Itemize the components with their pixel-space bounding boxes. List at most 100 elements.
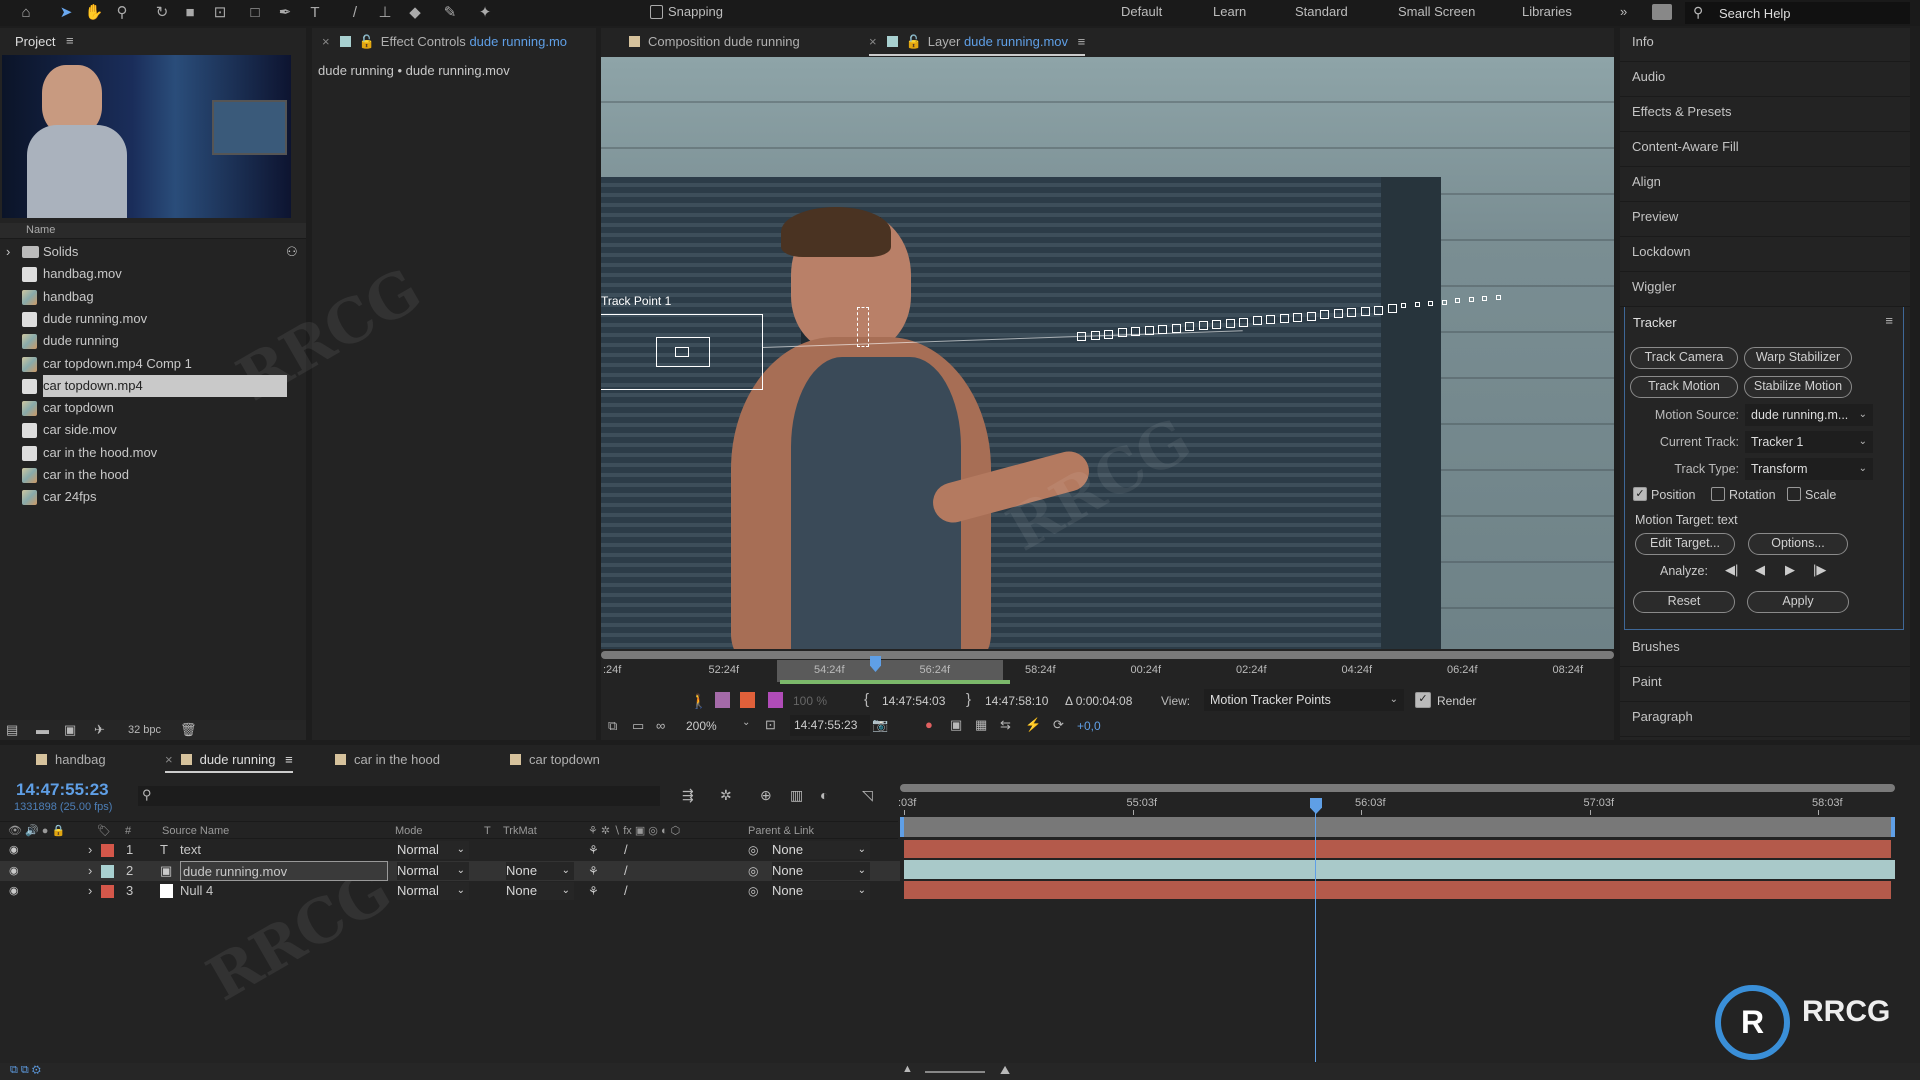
- viewer-timecode[interactable]: 14:47:55:23: [790, 715, 870, 736]
- project-item[interactable]: car topdown.mp4: [0, 374, 306, 397]
- out-point-bracket-icon[interactable]: }: [966, 691, 971, 708]
- more-workspaces-icon[interactable]: »: [1620, 4, 1627, 19]
- column-name[interactable]: Name: [26, 224, 55, 236]
- pen-tool-icon[interactable]: ✒: [275, 3, 295, 23]
- hand-tool-icon[interactable]: ✋: [84, 3, 104, 23]
- chevron-down-icon[interactable]: ⌄: [742, 717, 750, 728]
- in-point-time[interactable]: 14:47:54:03: [882, 694, 945, 708]
- bit-depth-button[interactable]: 32 bpc: [128, 724, 161, 736]
- project-item[interactable]: car in the hood: [0, 464, 306, 486]
- layer-bar-text[interactable]: [904, 840, 1891, 858]
- roto-brush-icon[interactable]: ✎: [440, 3, 460, 23]
- 3d-view-icon[interactable]: ⇆: [1000, 717, 1011, 733]
- panel-content-aware-fill[interactable]: Content-Aware Fill: [1632, 139, 1739, 154]
- reset-exposure-icon[interactable]: ⟳: [1053, 717, 1064, 733]
- lock-icon[interactable]: 🔓: [906, 34, 922, 49]
- mask-visibility-icon[interactable]: ∞: [656, 718, 665, 733]
- graph-editor-icon[interactable]: ◹: [862, 787, 873, 804]
- type-tool-icon[interactable]: T: [305, 3, 325, 23]
- brush-tool-icon[interactable]: /: [345, 3, 365, 23]
- always-preview-icon[interactable]: ⧉: [608, 718, 617, 734]
- track-keyframe[interactable]: [1279, 314, 1289, 323]
- render-icon[interactable]: ✈: [94, 722, 105, 738]
- parent-dropdown[interactable]: None ⌄: [772, 882, 870, 900]
- motion-source-dropdown[interactable]: dude running.m... ⌄: [1745, 404, 1873, 426]
- project-item[interactable]: dude running.mov: [0, 308, 306, 330]
- track-keyframe[interactable]: [1360, 306, 1370, 316]
- rotate-tool-icon[interactable]: ↻: [152, 3, 172, 23]
- clone-stamp-icon[interactable]: ⊥: [375, 3, 395, 23]
- chevron-right-icon[interactable]: ›: [88, 840, 92, 860]
- mode-dropdown[interactable]: Normal ⌄: [397, 841, 469, 859]
- monitor-icon[interactable]: ▭: [632, 718, 644, 734]
- layer-row[interactable]: ◉ › 1 T text Normal ⌄ ⚘ / ◎ None ⌄: [0, 840, 900, 860]
- panel-audio[interactable]: Audio: [1632, 69, 1665, 84]
- track-keyframe[interactable]: [1117, 328, 1127, 338]
- track-keyframe[interactable]: [1468, 297, 1474, 303]
- position-checkbox[interactable]: ✓: [1633, 487, 1647, 501]
- workspace-learn[interactable]: Learn: [1213, 4, 1246, 19]
- tab-effect-controls[interactable]: × 🔓 Effect Controls dude running.mo: [322, 34, 567, 50]
- track-keyframe[interactable]: [1171, 323, 1181, 333]
- video-frame[interactable]: Track Point 1: [601, 57, 1614, 649]
- pick-whip-icon[interactable]: ◎: [748, 861, 758, 881]
- panel-align[interactable]: Align: [1632, 174, 1661, 189]
- panel-wiggler[interactable]: Wiggler: [1632, 279, 1676, 294]
- track-keyframe[interactable]: [1266, 315, 1275, 325]
- layer-name[interactable]: Null 4: [180, 881, 213, 901]
- track-keyframe[interactable]: [1414, 302, 1420, 307]
- fast-previews-icon[interactable]: ⚡: [1025, 717, 1041, 733]
- track-keyframe[interactable]: [1239, 317, 1248, 327]
- puppet-pin-icon[interactable]: ✦: [475, 3, 495, 23]
- track-keyframe[interactable]: [1252, 316, 1262, 326]
- track-keyframe[interactable]: [1198, 321, 1208, 331]
- mode-dropdown[interactable]: Normal ⌄: [397, 882, 469, 900]
- track-motion-button[interactable]: Track Motion: [1630, 376, 1738, 398]
- panel-menu-icon[interactable]: ≡: [66, 33, 74, 48]
- workspace-small-screen[interactable]: Small Screen: [1398, 4, 1475, 19]
- track-figure-icon[interactable]: 🚶: [690, 693, 707, 710]
- panel-info[interactable]: Info: [1632, 34, 1654, 49]
- header-source-name[interactable]: Source Name: [162, 825, 229, 837]
- scale-checkbox[interactable]: [1787, 487, 1801, 501]
- track-keyframe[interactable]: [1428, 300, 1433, 306]
- trkmat-dropdown[interactable]: None ⌄: [506, 861, 574, 880]
- render-checkbox[interactable]: ✓: [1415, 692, 1431, 708]
- rectangle-tool-icon[interactable]: □: [245, 3, 265, 23]
- project-item[interactable]: handbag.mov: [0, 263, 306, 285]
- pick-whip-icon[interactable]: ◎: [748, 840, 758, 860]
- zoom-slider[interactable]: [925, 1071, 985, 1073]
- pick-whip-icon[interactable]: ◎: [748, 881, 758, 901]
- interpret-footage-icon[interactable]: ▤: [6, 722, 18, 738]
- track-keyframe[interactable]: [1212, 320, 1221, 329]
- track-keyframe[interactable]: [1306, 311, 1316, 321]
- panel-brushes[interactable]: Brushes: [1632, 639, 1680, 654]
- track-orange-icon[interactable]: [740, 692, 755, 708]
- chevron-right-icon[interactable]: ›: [88, 881, 92, 901]
- shy-switch-icon[interactable]: ⚘: [588, 881, 599, 901]
- layer-name[interactable]: dude running.mov: [180, 860, 388, 881]
- parent-dropdown[interactable]: None ⌄: [772, 861, 870, 880]
- apply-button[interactable]: Apply: [1747, 591, 1849, 613]
- eye-icon[interactable]: ◉: [9, 881, 19, 901]
- close-icon[interactable]: ×: [322, 34, 330, 49]
- current-track-dropdown[interactable]: Tracker 1 ⌄: [1745, 431, 1873, 453]
- track-keyframe[interactable]: [1333, 309, 1343, 319]
- in-point-bracket-icon[interactable]: {: [864, 691, 869, 708]
- shy-switch-icon[interactable]: ⚘: [588, 861, 599, 881]
- track-keyframe[interactable]: [1293, 312, 1302, 322]
- timeline-tab[interactable]: × dude running ≡: [165, 752, 293, 773]
- zoom-tool-icon[interactable]: ⚲: [112, 3, 132, 23]
- quality-switch-icon[interactable]: /: [624, 861, 628, 881]
- workspace-libraries[interactable]: Libraries: [1522, 4, 1572, 19]
- track-keyframe[interactable]: [1387, 304, 1397, 314]
- panel-menu-icon[interactable]: ≡: [285, 752, 293, 767]
- chevron-right-icon[interactable]: ›: [88, 861, 92, 881]
- project-item[interactable]: car topdown: [0, 397, 306, 419]
- track-keyframe[interactable]: [1482, 296, 1487, 301]
- lock-icon[interactable]: 🔓: [359, 34, 375, 49]
- track-type-dropdown[interactable]: Transform ⌄: [1745, 458, 1873, 480]
- layer-name[interactable]: text: [180, 840, 201, 860]
- panel-menu-icon[interactable]: ≡: [1078, 34, 1086, 49]
- project-title[interactable]: Project: [15, 34, 55, 49]
